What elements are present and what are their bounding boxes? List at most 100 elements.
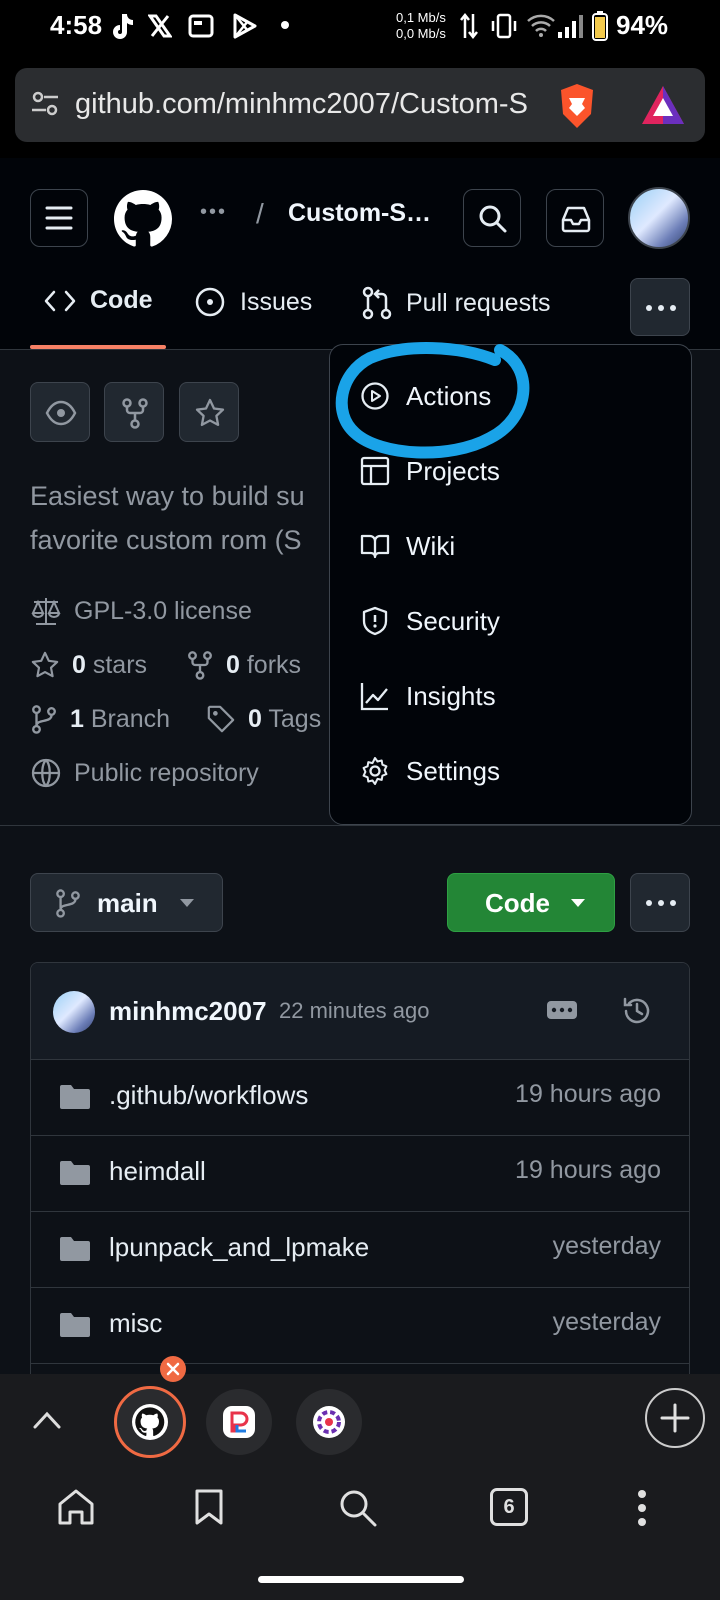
history-icon[interactable] (621, 995, 653, 1027)
tab-thumbnail-2[interactable] (206, 1389, 272, 1455)
branches-count: 1 (70, 704, 84, 733)
kebab-horizontal-icon (646, 900, 676, 906)
forks-link[interactable]: 0 forks (186, 650, 301, 680)
dot-icon (281, 21, 289, 29)
more-tabs-button[interactable] (630, 278, 690, 336)
user-avatar[interactable] (628, 187, 690, 249)
gesture-home-indicator[interactable] (258, 1576, 464, 1583)
forks-label: forks (246, 650, 302, 679)
hamburger-menu-button[interactable] (30, 189, 88, 247)
watch-button[interactable] (30, 382, 90, 442)
repo-more-options-button[interactable] (630, 873, 690, 932)
branch-selector[interactable]: main (30, 873, 223, 932)
search-button[interactable] (463, 189, 521, 247)
clock: 4:58 (50, 10, 103, 40)
code-icon (44, 290, 76, 311)
file-name[interactable]: .github/workflows (109, 1080, 308, 1111)
commit-author[interactable]: minhmc2007 (109, 996, 267, 1027)
tab-switcher-button[interactable]: 6 (490, 1488, 528, 1526)
commit-message-toggle[interactable] (547, 1001, 577, 1019)
shield-icon (362, 606, 388, 636)
branches-link[interactable]: 1 Branch (30, 704, 170, 734)
git-branch-icon (32, 705, 56, 734)
stars-label: stars (92, 650, 148, 679)
file-row[interactable]: misc yesterday (31, 1288, 689, 1364)
github-logo-icon[interactable] (114, 190, 172, 248)
search-icon[interactable] (338, 1488, 378, 1528)
ellipsis-icon (551, 1007, 573, 1013)
tab-thumbnail-3[interactable] (296, 1389, 362, 1455)
code-dropdown-button[interactable]: Code (447, 873, 615, 932)
tags-count: 0 (248, 704, 262, 733)
url-text[interactable]: github.com/minhmc2007/Custom-S (75, 88, 535, 121)
menu-item-label: Wiki (406, 531, 456, 561)
menu-item-label: Insights (406, 681, 496, 711)
tab-pull-requests-label: Pull requests (406, 288, 551, 317)
file-name[interactable]: lpunpack_and_lpmake (109, 1232, 369, 1263)
menu-item-label: Settings (406, 756, 500, 786)
license-link[interactable]: GPL-3.0 license (30, 596, 252, 626)
file-row[interactable]: lpunpack_and_lpmake yesterday (31, 1212, 689, 1288)
more-vert-icon[interactable] (636, 1488, 648, 1528)
github-header (0, 158, 720, 350)
menu-item-wiki[interactable]: Wiki (330, 511, 693, 586)
stars-link[interactable]: 0 stars (30, 650, 147, 680)
caret-down-icon (180, 899, 194, 907)
file-name[interactable]: misc (109, 1308, 162, 1339)
menu-item-settings[interactable]: Settings (330, 736, 693, 811)
breadcrumb-ellipsis[interactable]: ••• (200, 201, 227, 224)
file-row[interactable]: heimdall 19 hours ago (31, 1136, 689, 1212)
caret-down-icon (571, 899, 585, 907)
menu-item-insights[interactable]: Insights (330, 661, 693, 736)
bookmark-icon[interactable] (194, 1488, 224, 1526)
home-icon[interactable] (56, 1488, 96, 1526)
tags-link[interactable]: 0 Tags (206, 704, 328, 734)
latest-commit-row: minhmc2007 22 minutes ago (31, 963, 689, 1060)
folder-icon (60, 1085, 90, 1109)
data-arrows-icon (460, 12, 478, 40)
github-favicon-icon (132, 1404, 168, 1440)
file-name[interactable]: heimdall (109, 1156, 206, 1187)
tab-code[interactable]: Code (44, 286, 153, 315)
star-button[interactable] (179, 382, 239, 442)
star-outline-icon (31, 651, 59, 678)
close-icon (166, 1362, 180, 1376)
brave-shield-icon[interactable] (555, 82, 599, 130)
inbox-icon (561, 206, 591, 233)
brave-rewards-icon[interactable] (640, 84, 686, 126)
file-row[interactable]: .github/workflows 19 hours ago (31, 1060, 689, 1136)
chevron-up-icon[interactable] (32, 1410, 62, 1430)
app-favicon-icon (313, 1406, 345, 1438)
gear-icon (362, 757, 388, 785)
code-button-label: Code (485, 888, 550, 918)
repo-name-link[interactable]: Custom-S… (288, 199, 431, 228)
tab-code-label: Code (90, 286, 153, 314)
fork-button[interactable] (104, 382, 164, 442)
tiktok-icon (113, 14, 133, 39)
active-tab-github[interactable] (114, 1386, 186, 1458)
tab-issues[interactable]: Issues (194, 286, 312, 318)
hamburger-icon (45, 206, 73, 230)
wifi-icon (527, 14, 555, 37)
globe-icon (31, 758, 61, 788)
inbox-button[interactable] (546, 189, 604, 247)
star-icon (195, 398, 225, 427)
tab-pull-requests[interactable]: Pull requests (362, 286, 551, 320)
window-icon (188, 14, 214, 38)
menu-item-security[interactable]: Security (330, 586, 693, 661)
pull-request-icon (362, 286, 392, 320)
play-store-icon (233, 13, 257, 39)
active-tab-indicator (30, 345, 166, 349)
x-icon (148, 14, 172, 38)
battery-percentage: 94% (616, 10, 669, 40)
commit-author-avatar[interactable] (53, 991, 95, 1033)
site-settings-icon[interactable] (30, 90, 60, 118)
fork-icon (122, 398, 148, 429)
tags-label: Tags (268, 704, 322, 733)
close-tab-button[interactable] (160, 1356, 186, 1382)
new-tab-button[interactable] (645, 1388, 705, 1448)
net-up-text: 0,1 Mb/s (396, 10, 446, 25)
kebab-horizontal-icon (646, 305, 676, 311)
branches-label: Branch (90, 704, 171, 733)
section-divider (0, 825, 720, 826)
